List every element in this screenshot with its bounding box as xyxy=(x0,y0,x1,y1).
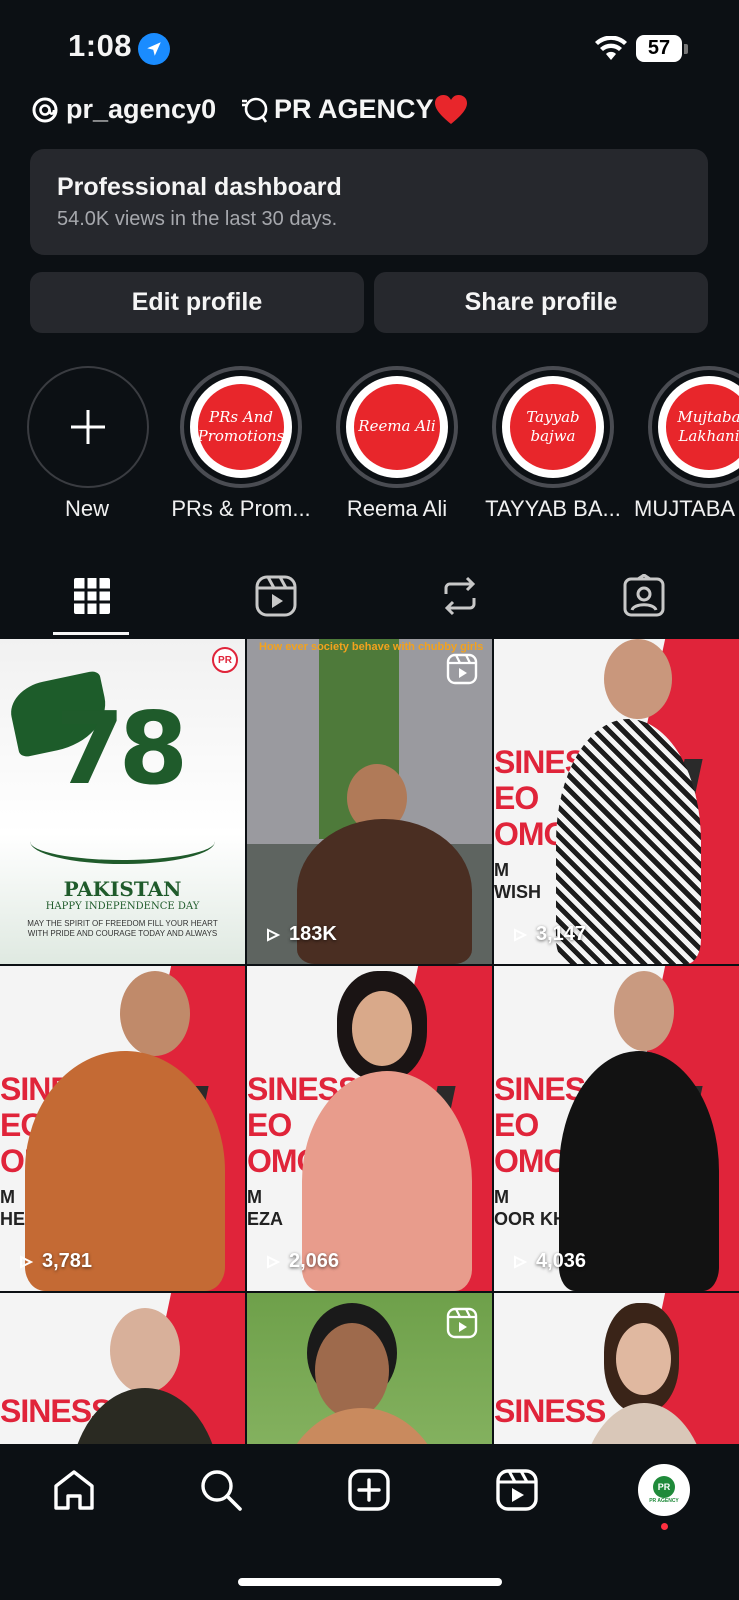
reel-icon xyxy=(446,653,478,685)
post-tile[interactable]: How ever society behave with chubby girl… xyxy=(247,639,492,964)
view-count: 3,147 xyxy=(510,923,586,946)
play-count-icon xyxy=(267,927,281,942)
threads-icon[interactable] xyxy=(30,95,60,125)
wifi-icon xyxy=(595,36,627,60)
urdu-calligraphy xyxy=(30,819,215,864)
battery-indicator: 57 xyxy=(636,35,682,62)
person-head xyxy=(120,971,190,1056)
view-count: 3,781 xyxy=(16,1250,92,1273)
red-heart-icon xyxy=(435,95,467,124)
grid-icon[interactable] xyxy=(70,574,114,618)
dashboard-subtitle: 54.0K views in the last 30 days. xyxy=(57,208,338,230)
play-count-icon xyxy=(267,1254,281,1269)
post-overlay-text: How ever society behave with chubby girl… xyxy=(259,641,484,653)
status-time: 1:08 xyxy=(68,28,133,63)
highlight-label-tayyab: TAYYAB BA... xyxy=(485,496,621,521)
reel-icon xyxy=(446,1307,478,1339)
highlight-new[interactable] xyxy=(27,366,149,488)
share-profile-button[interactable]: Share profile xyxy=(374,272,708,333)
post-caption-country: PAKISTAN xyxy=(63,877,182,901)
tagged-icon[interactable] xyxy=(622,574,666,618)
edit-profile-button[interactable]: Edit profile xyxy=(30,272,364,333)
active-tab-underline xyxy=(53,632,129,635)
play-count-icon xyxy=(514,927,528,942)
profile-handle[interactable]: pr_agency0 xyxy=(66,94,216,125)
dashboard-title: Professional dashboard xyxy=(57,173,342,201)
highlight-prs-promotions[interactable]: PRs And Promotions xyxy=(180,366,302,488)
home-indicator[interactable] xyxy=(238,1578,502,1586)
highlight-cover: Reema Ali xyxy=(354,384,440,470)
post-tile[interactable]: SINESS EO OMOTIO M OOR KHAN 4,036 xyxy=(494,966,739,1291)
reels-icon[interactable] xyxy=(254,574,298,618)
post-tile[interactable]: SINESSEOOMOTION MWISH 3,147 xyxy=(494,639,739,964)
pr-logo: PR xyxy=(212,647,238,673)
view-count: 2,066 xyxy=(263,1250,339,1273)
reposts-icon[interactable] xyxy=(438,574,482,618)
post-tile[interactable] xyxy=(247,1293,492,1444)
post-tile[interactable]: SINESS xyxy=(0,1293,245,1444)
battery-level: 57 xyxy=(647,37,671,59)
posts-grid: 78 PAKISTAN HAPPY INDEPENDENCE DAY MAY T… xyxy=(0,639,739,1444)
highlight-cover: PRs And Promotions xyxy=(198,384,284,470)
highlight-cover: Mujtaba Lakhani xyxy=(666,384,739,470)
view-count: 183K xyxy=(263,923,337,946)
battery-tip xyxy=(684,44,688,54)
post-caption-line: MAY THE SPIRIT OF FREEDOM FILL YOUR HEAR… xyxy=(27,919,218,938)
highlight-label-reema: Reema Ali xyxy=(346,496,448,521)
highlight-tayyab[interactable]: Tayyab bajwa xyxy=(492,366,614,488)
post-tile[interactable]: SINESS xyxy=(494,1293,739,1444)
anniversary-number: 78 xyxy=(55,690,188,807)
pr-logo: PR xyxy=(653,1476,675,1498)
person-head xyxy=(110,1308,180,1393)
threads-chat-icon[interactable] xyxy=(238,95,270,125)
search-icon[interactable] xyxy=(197,1466,245,1514)
profile-avatar[interactable]: PR PR AGENCY xyxy=(638,1464,690,1516)
home-icon[interactable] xyxy=(50,1466,98,1514)
notification-dot xyxy=(661,1523,668,1530)
reels-nav-icon[interactable] xyxy=(493,1466,541,1514)
person-head xyxy=(604,639,672,719)
avatar-caption: PR AGENCY xyxy=(649,1498,679,1504)
create-post-icon[interactable] xyxy=(345,1466,393,1514)
person-head xyxy=(315,1323,389,1418)
promo-text: SINESS xyxy=(494,1393,606,1429)
highlight-label-new: New xyxy=(64,496,109,521)
post-tile[interactable]: SINESS EO OMOTI M EZA 2,066 xyxy=(247,966,492,1291)
highlight-mujtaba[interactable]: Mujtaba Lakhani xyxy=(648,366,739,488)
location-arrow-icon xyxy=(138,33,170,65)
highlight-label-prs: PRs & Prom... xyxy=(171,496,311,521)
play-count-icon xyxy=(20,1254,34,1269)
post-caption-sub: HAPPY INDEPENDENCE DAY xyxy=(45,901,200,912)
post-tile[interactable]: 78 PAKISTAN HAPPY INDEPENDENCE DAY MAY T… xyxy=(0,639,245,964)
view-count: 4,036 xyxy=(510,1250,586,1273)
person-head xyxy=(614,971,674,1051)
plus-icon xyxy=(71,410,105,444)
professional-dashboard-card[interactable] xyxy=(30,149,708,255)
name-text: M EZA xyxy=(247,1187,283,1229)
person-head xyxy=(616,1323,671,1395)
name-text: M WISH xyxy=(494,860,541,902)
play-count-icon xyxy=(514,1254,528,1269)
person-head xyxy=(352,991,412,1066)
highlight-reema-ali[interactable]: Reema Ali xyxy=(336,366,458,488)
profile-display-name[interactable]: PR AGENCY xyxy=(274,94,434,125)
highlight-label-mujtaba: MUJTABA xyxy=(634,496,736,521)
person-body xyxy=(277,1408,447,1444)
post-tile[interactable]: SINESSEOOMC MHEED 3,781 xyxy=(0,966,245,1291)
highlight-cover: Tayyab bajwa xyxy=(510,384,596,470)
